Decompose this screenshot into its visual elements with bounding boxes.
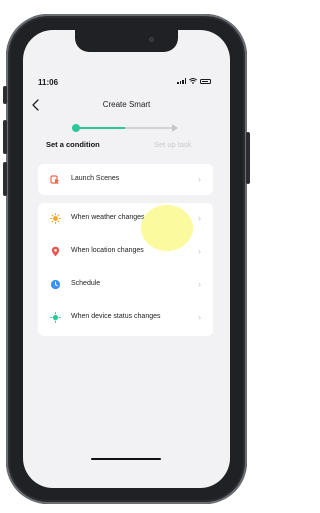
step-set-up-task: Set up task	[154, 140, 192, 149]
chevron-right-icon: ›	[198, 279, 201, 289]
wifi-icon	[189, 78, 197, 84]
notch	[75, 30, 178, 52]
volume-up-button	[3, 120, 7, 154]
location-pin-icon	[51, 246, 60, 257]
list-item-label: When device status changes	[71, 313, 161, 320]
device-status-icon	[50, 312, 61, 323]
chevron-right-icon: ›	[198, 246, 201, 256]
list-item-device-status[interactable]: When device status changes ›	[38, 302, 213, 334]
front-camera	[149, 37, 154, 42]
page-title: Create Smart	[102, 100, 151, 109]
volume-down-button	[3, 162, 7, 196]
chevron-right-icon: ›	[198, 213, 201, 223]
step-set-condition: Set a condition	[46, 140, 100, 149]
status-time: 11:06	[38, 78, 59, 87]
progress-current-dot	[72, 124, 80, 132]
chevron-right-icon: ›	[198, 312, 201, 322]
sun-icon	[50, 213, 61, 224]
list-item-label: When weather changes	[71, 214, 145, 221]
touch-highlight	[141, 205, 193, 251]
signal-icon	[177, 78, 186, 84]
progress-track-complete	[75, 127, 125, 129]
home-indicator[interactable]	[91, 458, 161, 460]
status-icons	[177, 76, 211, 86]
mute-switch	[3, 86, 7, 104]
list-item-launch-scenes[interactable]: Launch Scenes ›	[38, 164, 213, 196]
phone-screen: 11:06 Create Smart Set a condition Set u…	[23, 30, 230, 488]
progress-arrow-icon	[172, 124, 178, 132]
list-item-label: Schedule	[71, 280, 101, 287]
list-item-schedule[interactable]: Schedule ›	[38, 269, 213, 301]
power-button	[246, 132, 250, 184]
battery-icon	[200, 78, 211, 84]
launch-scenes-icon	[50, 175, 60, 185]
progress-track-pending	[125, 127, 173, 129]
scenes-card: Launch Scenes ›	[38, 164, 213, 195]
clock-icon	[50, 279, 61, 290]
list-item-label: When location changes	[71, 247, 144, 254]
list-item-label: Launch Scenes	[71, 175, 120, 182]
chevron-right-icon: ›	[198, 174, 201, 184]
